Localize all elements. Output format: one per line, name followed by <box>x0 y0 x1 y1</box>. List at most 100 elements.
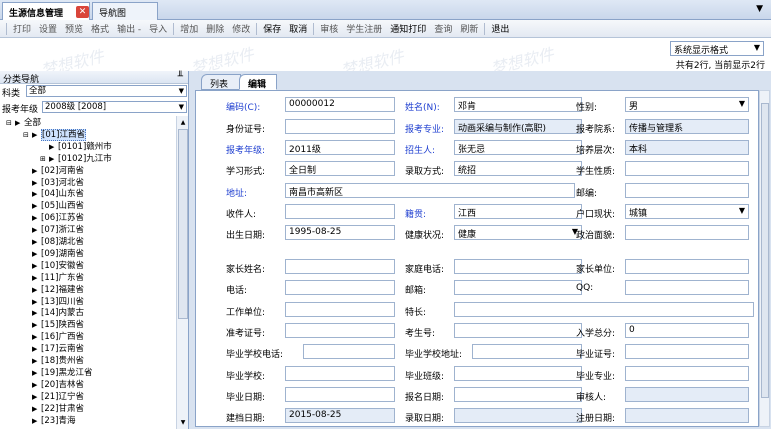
hukou-field[interactable]: 城镇 ▼ <box>625 204 749 219</box>
tree-item[interactable]: ▶ [11]广东省 <box>23 273 84 284</box>
toolbar-button[interactable]: 保存 <box>259 22 285 35</box>
tree-scrollbar[interactable]: ▲ ▼ <box>176 116 188 429</box>
toolbar-button[interactable]: 取消 <box>285 22 311 35</box>
major-field[interactable]: 动画采编与制作(高职) <box>454 119 582 134</box>
toolbar-button[interactable]: 查询 <box>430 22 456 35</box>
reviewer-field[interactable] <box>625 387 749 402</box>
admit-date-field[interactable] <box>454 408 582 423</box>
tab-edit[interactable]: 编辑 <box>239 74 277 90</box>
email-field[interactable] <box>454 280 582 295</box>
birthday-field[interactable]: 1995-08-25 <box>285 225 395 240</box>
level-field[interactable]: 本科 <box>625 140 749 155</box>
tree-item[interactable]: ▶ [23]青海 <box>23 416 75 427</box>
toolbar-button[interactable]: 输出 - <box>113 22 145 35</box>
scroll-down-icon[interactable]: ▼ <box>178 417 188 428</box>
school-phone-field[interactable] <box>303 344 395 359</box>
category-select[interactable]: 全部 ▼ <box>26 85 187 97</box>
student-type-field[interactable] <box>625 161 749 176</box>
politics-field[interactable] <box>625 225 749 240</box>
tree-item[interactable]: ▶ [14]内蒙古 <box>23 308 84 319</box>
tab-list[interactable]: 列表 <box>201 74 241 90</box>
tree-item[interactable]: ⊟ ▶ [01]江西省 <box>23 128 86 141</box>
total-field[interactable]: 0 <box>625 323 749 338</box>
grade-field[interactable]: 2011级 <box>285 140 395 155</box>
tree-item[interactable]: ▶ [20]吉林省 <box>23 380 84 391</box>
exam-score-field[interactable] <box>454 323 582 338</box>
toolbar-button[interactable]: 通知打印 <box>386 22 430 35</box>
scrollbar-thumb[interactable] <box>761 103 769 398</box>
qq-field[interactable] <box>625 280 749 295</box>
chevron-down-icon[interactable]: ▼ <box>756 4 763 14</box>
gender-field[interactable]: 男 ▼ <box>625 97 749 112</box>
admit-way-field[interactable]: 统招 <box>454 161 582 176</box>
tree-item[interactable]: ▶ [21]辽宁省 <box>23 392 84 403</box>
tab-navigation-map[interactable]: 导航图 <box>92 2 158 20</box>
grad-no-field[interactable] <box>625 344 749 359</box>
school-field[interactable] <box>285 366 395 381</box>
expand-icon[interactable]: ⊞ <box>40 154 49 165</box>
tree-item[interactable]: ▶ [08]湖北省 <box>23 237 84 248</box>
toolbar-button[interactable]: 学生注册 <box>342 22 386 35</box>
work-unit-field[interactable] <box>285 302 395 317</box>
grad-date-field[interactable] <box>285 387 395 402</box>
scrollbar-thumb[interactable] <box>178 129 188 319</box>
receiver-field[interactable] <box>285 204 395 219</box>
collapse-icon[interactable]: ⊟ <box>6 118 15 129</box>
toolbar-button[interactable]: 审核 <box>316 22 342 35</box>
school-addr-field[interactable] <box>472 344 582 359</box>
tree-item[interactable]: ▶ [15]陕西省 <box>23 320 84 331</box>
tree-item[interactable]: ▶ [16]广西省 <box>23 332 84 343</box>
tree-item[interactable]: ▶ [06]江苏省 <box>23 213 84 224</box>
toolbar-button[interactable]: 预览 <box>61 22 87 35</box>
tree-item[interactable]: ▶ [09]湖南省 <box>23 249 84 260</box>
scroll-up-icon[interactable]: ▲ <box>178 117 188 128</box>
grad-class-field[interactable] <box>454 366 582 381</box>
tab-student-source-management[interactable]: 生源信息管理 ✕ <box>2 2 90 20</box>
home-phone-field[interactable] <box>454 259 582 274</box>
file-date-field[interactable]: 2015-08-25 <box>285 408 395 423</box>
phone-field[interactable] <box>285 280 395 295</box>
parent-name-field[interactable] <box>285 259 395 274</box>
parent-unit-field[interactable] <box>625 259 749 274</box>
toolbar-button[interactable]: 修改 <box>228 22 254 35</box>
tree-item[interactable]: ▶ [02]河南省 <box>23 166 84 177</box>
tree-item[interactable]: ▶ [04]山东省 <box>23 189 84 200</box>
specialty-field[interactable] <box>454 302 754 317</box>
dept-field[interactable]: 传播与管理系 <box>625 119 749 134</box>
collapse-icon[interactable]: ⊟ <box>23 130 32 141</box>
pin-icon[interactable]: ╨ <box>178 72 183 82</box>
tree-item[interactable]: ▶ [12]福建省 <box>23 285 84 296</box>
grad-major-field[interactable] <box>625 366 749 381</box>
toolbar-button[interactable]: 导入 <box>145 22 171 35</box>
tree-item[interactable]: ▶ [19]黑龙江省 <box>23 368 92 379</box>
close-icon[interactable]: ✕ <box>76 6 89 18</box>
tree-item[interactable]: ▶ [03]河北省 <box>23 178 84 189</box>
tree-item[interactable]: ▶ [05]山西省 <box>23 201 84 212</box>
toolbar-button[interactable]: 退出 <box>487 22 513 35</box>
native-field[interactable]: 江西 <box>454 204 582 219</box>
tree-item[interactable]: ▶ [07]浙江省 <box>23 225 84 236</box>
name-field[interactable]: 邓肯 <box>454 97 582 112</box>
health-field[interactable]: 健康 ▼ <box>454 225 582 240</box>
tree-item[interactable]: ▶ [10]安徽省 <box>23 261 84 272</box>
tree-item[interactable]: ⊟ ▶ 全部 <box>6 118 41 129</box>
toolbar-button[interactable]: 格式 <box>87 22 113 35</box>
tree-item[interactable]: ▶ [22]甘肃省 <box>23 404 84 415</box>
reg-date-field[interactable] <box>625 408 749 423</box>
form-scrollbar[interactable] <box>759 90 770 427</box>
tree-item[interactable]: ▶ [17]云南省 <box>23 344 84 355</box>
apply-date-field[interactable] <box>454 387 582 402</box>
postcode-field[interactable] <box>625 183 749 198</box>
tree-item[interactable]: ⊞ ▶ [0102]九江市 <box>40 154 112 165</box>
toolbar-button[interactable]: 增加 <box>176 22 202 35</box>
toolbar-button[interactable]: 删除 <box>202 22 228 35</box>
exam-no-field[interactable] <box>285 323 395 338</box>
idcard-field[interactable] <box>285 119 395 134</box>
year-select[interactable]: 2008级 [2008] ▼ <box>42 101 187 113</box>
tree-item[interactable]: ▶ [0101]赣州市 <box>40 142 112 153</box>
recruiter-field[interactable]: 张无忌 <box>454 140 582 155</box>
toolbar-button[interactable]: 设置 <box>35 22 61 35</box>
address-field[interactable]: 南昌市高新区 <box>285 183 575 198</box>
code-field[interactable]: 00000012 <box>285 97 395 112</box>
toolbar-button[interactable]: 打印 <box>9 22 35 35</box>
